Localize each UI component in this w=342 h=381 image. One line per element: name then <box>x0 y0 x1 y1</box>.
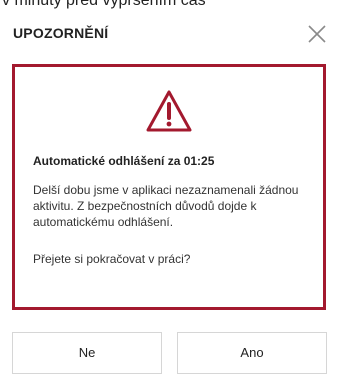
background-text: v minuty pred vypršením čas <box>2 0 206 9</box>
close-icon[interactable] <box>306 23 328 45</box>
no-button[interactable]: Ne <box>12 332 162 374</box>
alert-box: Automatické odhlášení za 01:25 Delší dob… <box>12 64 326 310</box>
background-page-text: v minuty pred vypršením čas <box>0 0 342 12</box>
dialog-title: UPOZORNĚNÍ <box>13 25 109 41</box>
dialog-header: UPOZORNĚNÍ <box>0 12 342 56</box>
logout-warning-dialog: UPOZORNĚNÍ Automatické odhlášení za 01:2… <box>0 12 342 381</box>
inactivity-message: Delší dobu jsme v aplikaci nezaznamenali… <box>33 183 299 229</box>
yes-button[interactable]: Ano <box>177 332 327 374</box>
continue-question: Přejete si pokračovat v práci? <box>33 252 191 266</box>
warning-icon <box>145 89 193 133</box>
countdown-text: Automatické odhlášení za 01:25 <box>33 154 215 168</box>
